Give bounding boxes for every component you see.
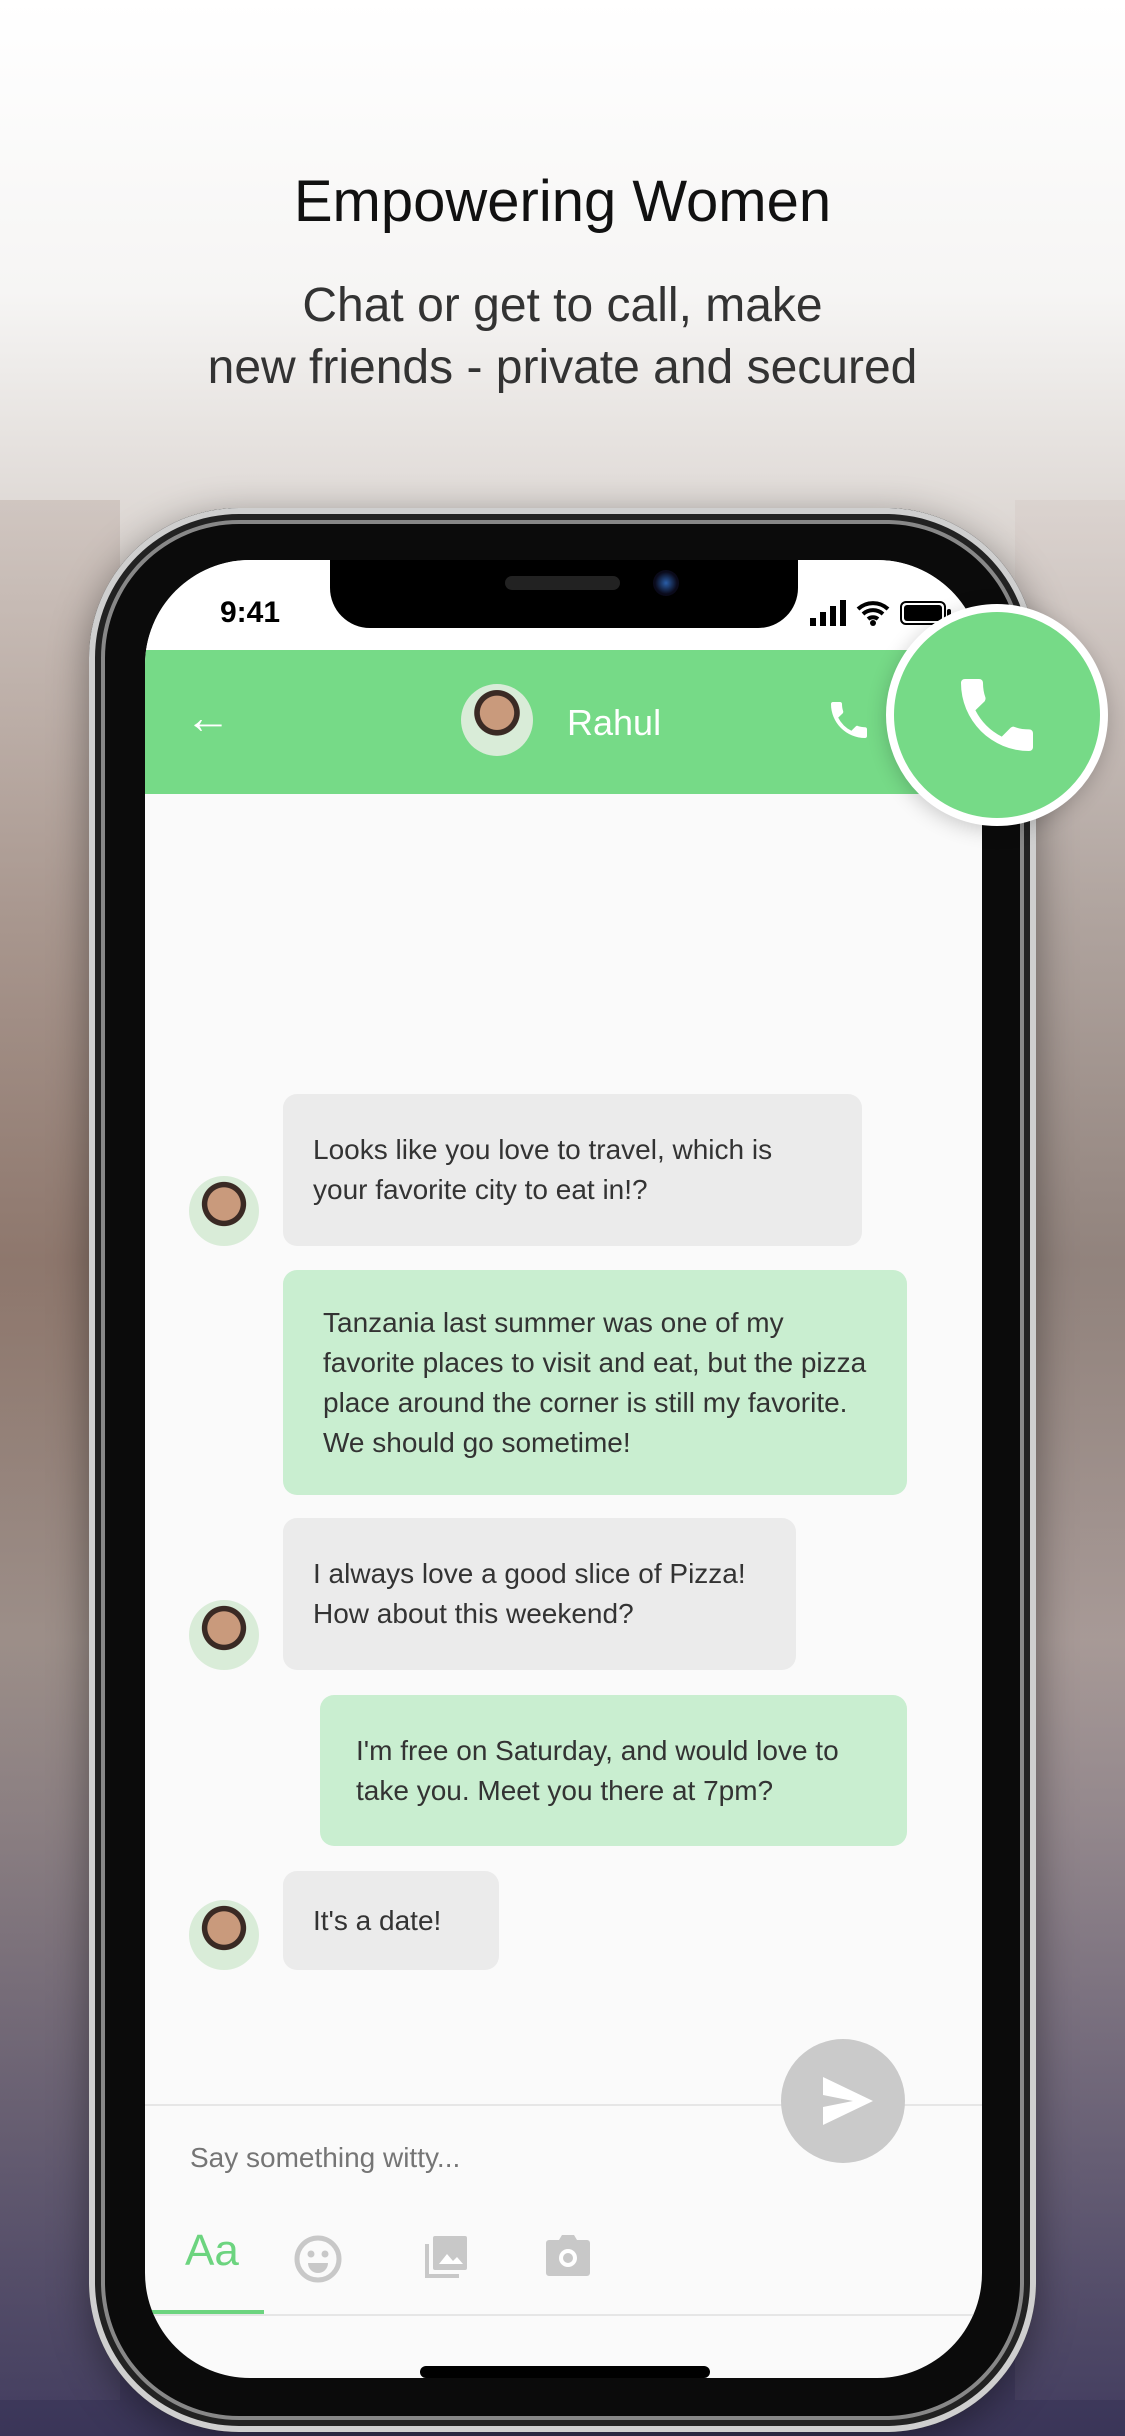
phone-speaker	[505, 576, 620, 590]
chat-header: ← Rahul	[145, 650, 982, 794]
phone-camera	[653, 570, 679, 596]
home-indicator[interactable]	[420, 2366, 710, 2378]
promo-subtitle-line2: new friends - private and secured	[207, 341, 918, 394]
promo-subtitle-line1: Chat or get to call, make	[302, 279, 823, 332]
promo-headline: Empowering Women	[293, 169, 832, 234]
message-incoming: It's a date!	[283, 1871, 499, 1970]
send-icon	[823, 2077, 873, 2125]
call-button-highlight[interactable]	[886, 604, 1108, 826]
avatar	[189, 1900, 259, 1970]
gallery-icon[interactable]	[425, 2234, 469, 2278]
send-button[interactable]	[781, 2039, 905, 2163]
message-input[interactable]	[190, 2142, 690, 2174]
camera-icon[interactable]	[545, 2234, 591, 2278]
contact-avatar[interactable]	[461, 684, 533, 756]
chat-screen: 9:41 ← Rahul Looks like you love to trav…	[145, 560, 982, 2378]
status-icons	[810, 600, 952, 626]
contact-name[interactable]: Rahul	[567, 702, 661, 744]
message-incoming: Looks like you love to travel, which is …	[283, 1094, 862, 1246]
emoji-icon[interactable]	[293, 2234, 343, 2284]
phone-icon	[961, 679, 1033, 751]
message-outgoing: I'm free on Saturday, and would love to …	[320, 1695, 907, 1846]
message-incoming: I always love a good slice of Pizza! How…	[283, 1518, 796, 1670]
status-time: 9:41	[220, 596, 281, 629]
message-outgoing: Tanzania last summer was one of my favor…	[283, 1270, 907, 1495]
phone-notch	[330, 560, 798, 628]
signal-icon	[810, 600, 846, 626]
phone-icon[interactable]	[825, 696, 873, 744]
avatar	[189, 1176, 259, 1246]
tab-text[interactable]: Aa	[185, 2226, 239, 2276]
toolbar-divider	[145, 2314, 982, 2316]
wifi-icon	[856, 601, 890, 626]
promo-subtitle: Chat or get to call, make new friends - …	[0, 275, 1125, 399]
avatar	[189, 1600, 259, 1670]
arrow-left-icon[interactable]: ←	[185, 690, 231, 744]
